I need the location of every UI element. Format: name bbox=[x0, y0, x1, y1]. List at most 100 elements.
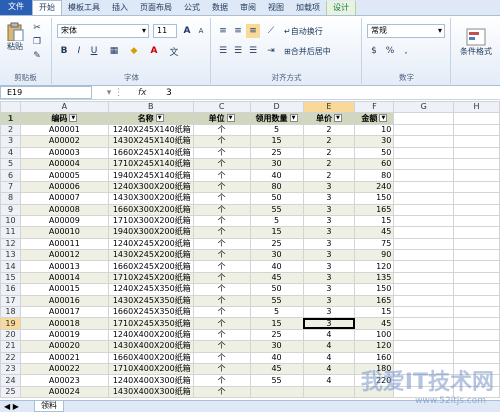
row-header[interactable]: 15 bbox=[0, 271, 21, 285]
empty-cell[interactable] bbox=[393, 328, 455, 342]
table-cell[interactable]: 3 bbox=[302, 271, 356, 285]
copy-icon[interactable]: ❐ bbox=[30, 35, 44, 49]
empty-cell[interactable] bbox=[453, 203, 500, 216]
table-cell[interactable]: 30 bbox=[249, 340, 304, 353]
table-cell[interactable]: 个 bbox=[192, 317, 251, 330]
table-cell[interactable]: 1430X245X350纸箱 bbox=[107, 294, 194, 308]
table-cell[interactable]: 15 bbox=[354, 214, 395, 228]
ribbon-tab-6[interactable]: 数据 bbox=[206, 1, 234, 15]
table-cell[interactable]: 1710X245X350纸箱 bbox=[107, 317, 194, 330]
fx-icon[interactable]: fx bbox=[138, 88, 160, 98]
table-cell[interactable]: 1240X245X350纸箱 bbox=[107, 283, 194, 296]
table-cell[interactable]: 1710X300X200纸箱 bbox=[107, 214, 194, 228]
align-middle-icon[interactable]: ≡ bbox=[231, 24, 245, 38]
table-cell[interactable]: 45 bbox=[354, 317, 395, 330]
table-cell[interactable]: 5 bbox=[249, 214, 304, 228]
empty-cell[interactable] bbox=[453, 192, 500, 205]
empty-cell[interactable] bbox=[453, 306, 500, 319]
row-header[interactable]: 4 bbox=[0, 146, 21, 159]
column-header-b[interactable]: B bbox=[107, 101, 194, 114]
table-cell[interactable]: 1710X400X200纸箱 bbox=[107, 362, 194, 376]
conditional-format-button[interactable]: 条件格式 bbox=[454, 22, 498, 62]
font-size-select[interactable]: 11 bbox=[153, 24, 177, 38]
border-icon[interactable]: ▦ bbox=[107, 44, 121, 58]
table-cell[interactable]: 个 bbox=[192, 249, 251, 262]
align-top-icon[interactable]: ≡ bbox=[216, 24, 230, 38]
ribbon-tab-5[interactable]: 公式 bbox=[178, 1, 206, 15]
table-cell[interactable]: 90 bbox=[354, 249, 395, 262]
table-cell[interactable]: 1940X300X200纸箱 bbox=[107, 226, 194, 239]
table-cell[interactable]: 1240X300X200纸箱 bbox=[107, 180, 194, 194]
table-cell[interactable]: 1660X245X140纸箱 bbox=[107, 146, 194, 159]
align-left-icon[interactable]: ☰ bbox=[216, 44, 230, 58]
empty-cell[interactable] bbox=[393, 157, 455, 171]
table-cell[interactable]: 50 bbox=[249, 283, 304, 296]
table-cell[interactable]: A00015 bbox=[19, 283, 109, 296]
table-cell[interactable]: 5 bbox=[249, 123, 304, 137]
table-cell[interactable]: 1660X400X200纸箱 bbox=[107, 351, 194, 365]
cut-icon[interactable]: ✂ bbox=[30, 21, 44, 35]
table-cell[interactable]: 60 bbox=[354, 157, 395, 171]
table-cell[interactable]: 2 bbox=[302, 157, 356, 171]
font-color-icon[interactable]: A bbox=[147, 44, 161, 58]
table-cell[interactable]: 4 bbox=[302, 362, 356, 376]
empty-cell[interactable] bbox=[393, 294, 455, 308]
row-header[interactable]: 20 bbox=[0, 328, 21, 342]
table-cell[interactable]: A00009 bbox=[19, 214, 109, 228]
table-cell[interactable]: 3 bbox=[302, 249, 356, 262]
table-cell[interactable]: A00017 bbox=[19, 306, 109, 319]
table-cell[interactable]: 3 bbox=[302, 306, 356, 319]
table-cell[interactable]: A00010 bbox=[19, 226, 109, 239]
table-cell[interactable]: A00011 bbox=[19, 237, 109, 251]
empty-cell[interactable] bbox=[393, 340, 455, 353]
table-cell[interactable]: 4 bbox=[302, 328, 356, 342]
comma-button[interactable]: , bbox=[399, 44, 413, 58]
empty-cell[interactable] bbox=[453, 214, 500, 228]
empty-cell[interactable] bbox=[453, 157, 500, 171]
name-box[interactable]: E19 bbox=[0, 86, 92, 99]
table-cell[interactable]: A00018 bbox=[19, 317, 109, 330]
column-header-c[interactable]: C bbox=[192, 101, 251, 114]
table-cell[interactable]: 25 bbox=[249, 146, 304, 159]
table-cell[interactable]: 120 bbox=[354, 340, 395, 353]
table-cell[interactable]: A00006 bbox=[19, 180, 109, 194]
empty-cell[interactable] bbox=[453, 146, 500, 159]
table-cell[interactable]: 240 bbox=[354, 180, 395, 194]
table-cell[interactable]: 40 bbox=[249, 169, 304, 182]
table-cell[interactable]: 1240X400X300纸箱 bbox=[107, 374, 194, 387]
empty-cell[interactable] bbox=[453, 135, 500, 148]
table-cell[interactable]: 个 bbox=[192, 192, 251, 205]
row-header[interactable]: 16 bbox=[0, 283, 21, 296]
table-cell[interactable]: 55 bbox=[249, 374, 304, 387]
table-cell[interactable]: 个 bbox=[192, 135, 251, 148]
column-header-f[interactable]: F bbox=[354, 101, 395, 114]
ribbon-tab-9[interactable]: 加载项 bbox=[290, 1, 326, 15]
empty-cell[interactable] bbox=[453, 260, 500, 273]
table-cell[interactable]: 135 bbox=[354, 271, 395, 285]
currency-button[interactable]: $ bbox=[367, 44, 381, 58]
table-cell[interactable]: 1430X400X200纸箱 bbox=[107, 340, 194, 353]
empty-cell[interactable] bbox=[393, 237, 455, 251]
spreadsheet-table[interactable]: ABCDEFGH 1 编码 ▼ 名称 ▼ 单位 ▼ 领用数量 ▼ 单价 ▼ 金额 ▼ 2 A00001 124… bbox=[0, 101, 500, 399]
empty-cell[interactable] bbox=[393, 317, 455, 330]
empty-cell[interactable] bbox=[393, 226, 455, 239]
table-cell[interactable]: 3 bbox=[302, 214, 356, 228]
table-cell[interactable]: 165 bbox=[354, 294, 395, 308]
empty-cell[interactable] bbox=[393, 351, 455, 365]
table-cell[interactable]: 40 bbox=[249, 351, 304, 365]
table-cell[interactable]: A00021 bbox=[19, 351, 109, 365]
fill-color-icon[interactable]: ◆ bbox=[127, 44, 141, 58]
table-header-cell[interactable]: 编码 ▼ bbox=[19, 112, 109, 125]
table-cell[interactable]: 165 bbox=[354, 203, 395, 216]
table-cell[interactable]: 个 bbox=[192, 362, 251, 376]
table-cell[interactable]: 150 bbox=[354, 283, 395, 296]
ribbon-tab-8[interactable]: 视图 bbox=[262, 1, 290, 15]
table-cell[interactable]: 50 bbox=[249, 192, 304, 205]
table-cell[interactable]: 15 bbox=[249, 317, 304, 330]
select-all-corner[interactable] bbox=[0, 101, 21, 114]
table-cell[interactable]: 15 bbox=[249, 226, 304, 239]
wrap-text-button[interactable]: ↵ 自动换行 bbox=[284, 24, 323, 38]
table-cell[interactable]: 5 bbox=[249, 306, 304, 319]
table-cell[interactable]: 个 bbox=[192, 271, 251, 285]
table-cell[interactable]: 75 bbox=[354, 237, 395, 251]
